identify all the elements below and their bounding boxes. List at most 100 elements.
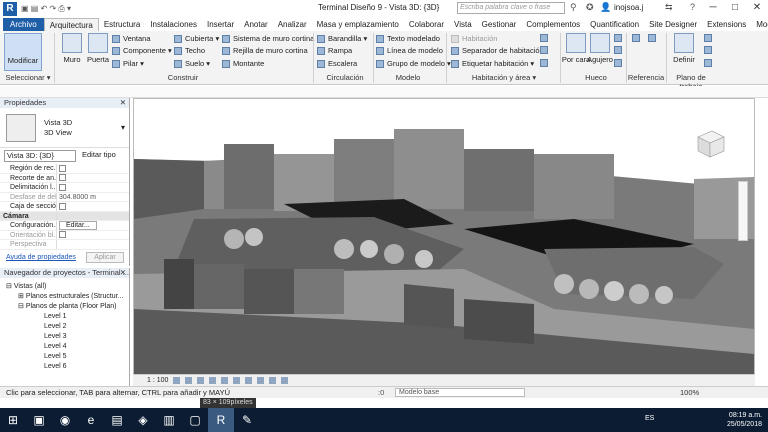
railing-button[interactable]: Barandilla ▾ [317, 34, 367, 43]
model-text-button[interactable]: Texto modelado [376, 34, 440, 43]
view-scale[interactable]: 1 : 100 [147, 377, 168, 384]
tab-arquitectura[interactable]: Arquitectura [43, 18, 99, 31]
ceiling-button[interactable]: Techo [174, 46, 205, 55]
user-icon[interactable]: 👤 [600, 2, 611, 13]
tree-node-level[interactable]: Level 4 [0, 342, 129, 352]
maximize-button[interactable]: □ [724, 0, 746, 16]
tab-masa[interactable]: Masa y emplazamiento [312, 18, 404, 31]
crop-visible-checkbox[interactable] [59, 174, 66, 182]
show-crop-icon[interactable] [245, 376, 253, 384]
crop-view-icon[interactable] [233, 376, 241, 384]
viewcube[interactable] [690, 127, 730, 163]
tab-anotar[interactable]: Anotar [239, 18, 273, 31]
edit-render-settings-button[interactable]: Editar... [59, 221, 97, 230]
navigation-bar[interactable] [738, 181, 748, 241]
detail-level-icon[interactable] [173, 376, 181, 384]
tab-site-designer[interactable]: Site Designer [644, 18, 702, 31]
area-boundary-button[interactable] [540, 46, 551, 54]
door-button[interactable]: Puerta [80, 33, 116, 64]
tab-analizar[interactable]: Analizar [273, 18, 312, 31]
tab-vista[interactable]: Vista [449, 18, 477, 31]
tag-room-button[interactable]: Etiquetar habitación ▾ [451, 59, 534, 68]
tab-archivo[interactable]: Archivo [3, 18, 44, 31]
minimize-button[interactable]: ─ [702, 0, 724, 16]
ramp-button[interactable]: Rampa [317, 46, 352, 55]
tree-node-level[interactable]: Level 2 [0, 322, 129, 332]
tree-node-level[interactable]: Level 5 [0, 352, 129, 362]
files-icon[interactable]: ▥ [156, 408, 182, 432]
render-icon[interactable] [221, 376, 229, 384]
group-habitacion[interactable]: Habitación y área ▾ [452, 73, 556, 82]
expand-icon[interactable]: ⊞ [18, 293, 26, 300]
search-icon[interactable]: ⚲ [570, 2, 577, 13]
lock-orientation-checkbox[interactable] [59, 231, 66, 239]
vertical-opening-button[interactable] [614, 46, 625, 54]
search-input[interactable]: Escriba palabra clave o frase [457, 2, 565, 14]
set-workplane-button[interactable]: Definir [666, 33, 702, 64]
apply-button[interactable]: Aplicar [86, 252, 124, 263]
room-button[interactable]: Habitación [451, 34, 497, 43]
file-explorer-icon[interactable]: ▣ [26, 408, 52, 432]
mullion-button[interactable]: Montante [222, 59, 264, 68]
revit-taskbar-icon[interactable]: R [208, 408, 234, 432]
temp-hide-icon[interactable] [269, 376, 276, 384]
user-name[interactable]: inojsoa.j [614, 3, 643, 12]
collapse-icon[interactable]: ⊟ [18, 303, 26, 310]
paint-icon[interactable]: ✎ [234, 408, 260, 432]
show-workplane-button[interactable] [704, 34, 715, 42]
dormer-opening-button[interactable] [614, 59, 625, 67]
ref-plane-button[interactable] [704, 46, 715, 54]
tab-colaborar[interactable]: Colaborar [404, 18, 449, 31]
area-button[interactable] [540, 34, 551, 42]
reveal-hidden-icon[interactable] [280, 376, 288, 384]
visual-style-icon[interactable] [185, 376, 193, 384]
edge-icon[interactable]: e [78, 408, 104, 432]
window-icon[interactable]: ▢ [182, 408, 208, 432]
tree-node-views[interactable]: ⊟ Vistas (all) [0, 282, 129, 292]
instance-filter-select[interactable]: Vista 3D: {3D} [4, 150, 76, 162]
room-separator-button[interactable]: Separador de habitación [451, 46, 544, 55]
viewer-button[interactable] [704, 59, 715, 67]
quick-access-toolbar[interactable]: ▣ ▤ ↶ ↷ ⎙ ▾ [21, 4, 71, 14]
close-icon[interactable]: ✕ [120, 98, 126, 108]
model-line-button[interactable]: Línea de modelo [376, 46, 443, 55]
prop-value[interactable]: 304.8000 m [56, 192, 129, 201]
model-group-button[interactable]: Grupo de modelo ▾ [376, 59, 451, 68]
curtain-system-button[interactable]: Sistema de muro cortina [222, 34, 314, 43]
system-clock[interactable]: 08:19 a.m. 25/05/2018 [727, 411, 762, 429]
column-button[interactable]: Pilar ▾ [112, 59, 144, 68]
design-option-select[interactable]: Modelo base [395, 388, 525, 397]
tab-estructura[interactable]: Estructura [99, 18, 145, 31]
tree-node-level[interactable]: Level 3 [0, 332, 129, 342]
modify-button[interactable]: Modificar [4, 33, 42, 71]
collapse-icon[interactable]: ⊟ [6, 283, 14, 290]
floor-button[interactable]: Suelo ▾ [174, 59, 210, 68]
tab-gestionar[interactable]: Gestionar [477, 18, 522, 31]
edit-type-button[interactable]: Editar tipo [82, 150, 116, 162]
wall-opening-button[interactable] [614, 34, 625, 42]
roof-button[interactable]: Cubierta ▾ [174, 34, 219, 43]
tree-node-floor-plans[interactable]: ⊟ Planos de planta (Floor Plan) [0, 302, 129, 312]
tab-modificar[interactable]: Modificar [751, 18, 768, 31]
shaft-button[interactable]: Agujero [582, 33, 618, 64]
tab-insertar[interactable]: Insertar [202, 18, 239, 31]
grid-button[interactable] [648, 34, 659, 42]
stair-button[interactable]: Escalera [317, 59, 357, 68]
tab-instalaciones[interactable]: Instalaciones [145, 18, 202, 31]
window-button[interactable]: Ventana [112, 34, 151, 43]
tab-complementos[interactable]: Complementos [521, 18, 585, 31]
3d-viewport[interactable] [133, 98, 755, 386]
help-icon[interactable]: ? [690, 2, 695, 12]
tree-node-structural-plans[interactable]: ⊞ Planos estructurales (Structur... [0, 292, 129, 302]
revit-logo[interactable]: R [3, 1, 17, 16]
exchange-icon[interactable]: ⇆ [665, 2, 673, 13]
properties-help-link[interactable]: Ayuda de propiedades [6, 254, 76, 261]
subscription-icon[interactable]: ✪ [586, 2, 594, 13]
tree-node-level[interactable]: Level 1 [0, 312, 129, 322]
crop-region-checkbox[interactable] [59, 164, 66, 172]
sun-path-icon[interactable] [197, 376, 205, 384]
language-indicator[interactable]: ES [645, 415, 654, 422]
prop-category[interactable]: Cámara [0, 212, 56, 221]
start-button[interactable]: ⊞ [0, 408, 26, 432]
component-button[interactable]: Componente ▾ [112, 46, 172, 55]
